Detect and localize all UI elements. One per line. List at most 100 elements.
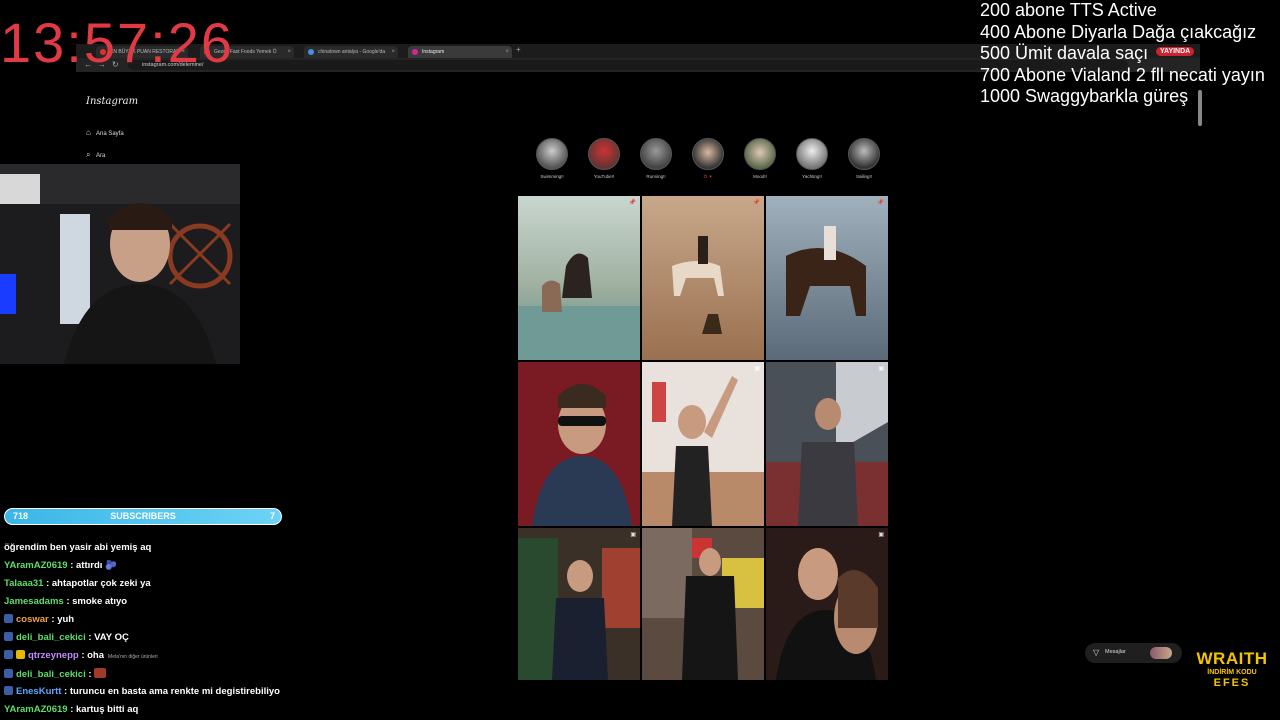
sidebar-item-label: Ana Sayfa <box>96 131 124 137</box>
browser-tab-2[interactable]: chinatown antalya - Google'da × <box>304 46 398 58</box>
post-image <box>766 528 888 680</box>
chat-text: : turuncu en basta ama renkte mi degisti… <box>61 686 280 697</box>
chat-message: EnesKurtt : turuncu en basta ama renkte … <box>4 686 280 697</box>
sidebar-item-label: Ara <box>96 153 106 159</box>
subscriber-progress-bar: 718 SUBSCRIBERS 7 <box>4 508 282 525</box>
live-badge: YAYINDA <box>1156 47 1195 56</box>
story-thumbnail <box>744 138 776 170</box>
sword-badge-icon <box>4 632 13 641</box>
chat-text: : yuh <box>48 614 75 625</box>
post-image <box>766 362 888 526</box>
post-image <box>518 362 640 526</box>
reel-icon: ▣ <box>878 532 884 538</box>
close-icon[interactable]: × <box>505 46 509 58</box>
instagram-page: Instagram ⌂ Ana Sayfa ⌕ Ara Swimming!! You… <box>76 72 1200 680</box>
chat-message: coswar : yuh <box>4 614 74 625</box>
post-thumbnail[interactable]: ▣ <box>766 362 888 526</box>
chat-message: qtrzeynepp : oha Meta'nın diğer ürünleri <box>4 650 158 661</box>
chat-message: YAramAZ0619 : attırdı 🫐 <box>4 560 117 571</box>
post-thumbnail[interactable]: ▣ <box>642 362 764 526</box>
pinned-icon: 📌 <box>628 200 636 206</box>
chat-text: : ahtapotlar çok zeki ya <box>43 578 151 589</box>
goal-item: 400 Abone Diyarla Dağa çıakcağız <box>980 21 1257 42</box>
chat-username: qtrzeynepp <box>28 650 79 661</box>
post-image <box>766 196 888 360</box>
chat-message: YAramAZ0619 : kartuş bitti aq <box>4 704 138 715</box>
story-highlight[interactable]: Sailing!! <box>844 138 884 179</box>
chat-username: deli_bali_cekici <box>16 669 86 680</box>
post-thumbnail[interactable] <box>642 528 764 680</box>
post-image <box>642 196 764 360</box>
post-thumbnail[interactable]: 📌 <box>518 196 640 360</box>
sponsor-discount-label: İNDİRİM KODU <box>1207 669 1257 676</box>
story-label: Swimming!! <box>540 174 564 179</box>
chat-text: : VAY OÇ <box>85 632 129 643</box>
chat-text: öğrendim ben yasir abi yemiş aq <box>4 542 152 553</box>
story-label: Sailing!! <box>855 174 872 179</box>
post-thumbnail[interactable]: 📌 <box>766 196 888 360</box>
close-icon[interactable]: × <box>391 46 395 58</box>
reel-icon: ▣ <box>878 366 884 372</box>
post-image <box>518 196 640 360</box>
send-icon: ▽ <box>1093 648 1100 657</box>
sidebar-item-home[interactable]: ⌂ Ana Sayfa <box>86 128 124 137</box>
chat-message: Jamesadams : smoke atıyo <box>4 596 127 607</box>
chat-username: YAramAZ0619 <box>4 560 68 571</box>
chat-text: : <box>85 669 95 680</box>
post-image <box>642 528 764 680</box>
sidebar-item-search[interactable]: ⌕ Ara <box>86 150 105 160</box>
messages-button[interactable]: ▽ Mesajlar <box>1085 643 1182 663</box>
post-image <box>518 528 640 680</box>
reel-icon: ▣ <box>630 532 636 538</box>
story-thumbnail <box>692 138 724 170</box>
home-icon: ⌂ <box>86 128 91 137</box>
chat-message: Talaaa31 : ahtapotlar çok zeki ya <box>4 578 151 589</box>
close-icon[interactable]: × <box>287 46 291 58</box>
chat-username: coswar <box>16 614 49 625</box>
webcam-feed <box>0 164 240 364</box>
instagram-logo[interactable]: Instagram <box>86 96 138 107</box>
browser-tab-3[interactable]: Instagram × <box>408 46 512 58</box>
sword-badge-icon <box>4 669 13 678</box>
browser-window: EN BÜYÜK PUAN RESTORAN × Gezeti Fast Food… <box>76 44 1200 680</box>
story-highlight[interactable]: Running!! <box>636 138 676 179</box>
instagram-favicon-icon <box>412 49 418 55</box>
crown-badge-icon <box>16 650 25 659</box>
story-thumbnail <box>848 138 880 170</box>
story-highlight[interactable]: Swimming!! <box>532 138 572 179</box>
post-thumbnail[interactable] <box>518 362 640 526</box>
search-icon: ⌕ <box>86 150 91 159</box>
post-thumbnail[interactable]: ▣ <box>518 528 640 680</box>
chat-username: Talaaa31 <box>4 578 44 589</box>
url-field[interactable]: instagram.com/delemine/ <box>128 60 1128 70</box>
chat-text: : attırdı 🫐 <box>67 560 117 571</box>
story-label: YouTube!! <box>593 174 615 179</box>
sponsor-brand: WRAITH <box>1196 649 1268 668</box>
story-thumbnail <box>796 138 828 170</box>
post-thumbnail[interactable]: ▣ <box>766 528 888 680</box>
tab-favicon-icon <box>308 49 314 55</box>
pinned-icon: 📌 <box>876 200 884 206</box>
sponsor-code: EFES <box>1213 677 1251 689</box>
tab-label: Instagram <box>422 49 445 55</box>
goal-item: 200 abone TTS Active <box>980 0 1157 20</box>
subscriber-target: 7 <box>269 511 275 521</box>
pinned-icon: 📌 <box>752 200 760 206</box>
meta-products-hint: Meta'nın diğer ürünleri <box>108 654 158 660</box>
story-highlight[interactable]: YouTube!! <box>584 138 624 179</box>
sponsor-logo: WRAITH İNDİRİM KODU EFES <box>1190 649 1274 690</box>
story-highlight[interactable]: Mood!! <box>740 138 780 179</box>
webcam-image <box>0 164 240 364</box>
new-tab-icon[interactable]: + <box>516 45 521 55</box>
chat-text: : oha <box>78 650 105 661</box>
chat-username: EnesKurtt <box>16 686 62 697</box>
story-thumbnail <box>588 138 620 170</box>
emote-icon <box>94 668 107 678</box>
story-highlight[interactable]: Ö ☀ <box>688 138 728 180</box>
messages-label: Mesajlar <box>1105 649 1126 655</box>
sword-badge-icon <box>4 650 13 659</box>
story-highlight[interactable]: Yachting!! <box>792 138 832 179</box>
chat-username: YAramAZ0619 <box>4 704 68 715</box>
avatar-stack <box>1150 647 1172 659</box>
post-thumbnail[interactable]: 📌 <box>642 196 764 360</box>
